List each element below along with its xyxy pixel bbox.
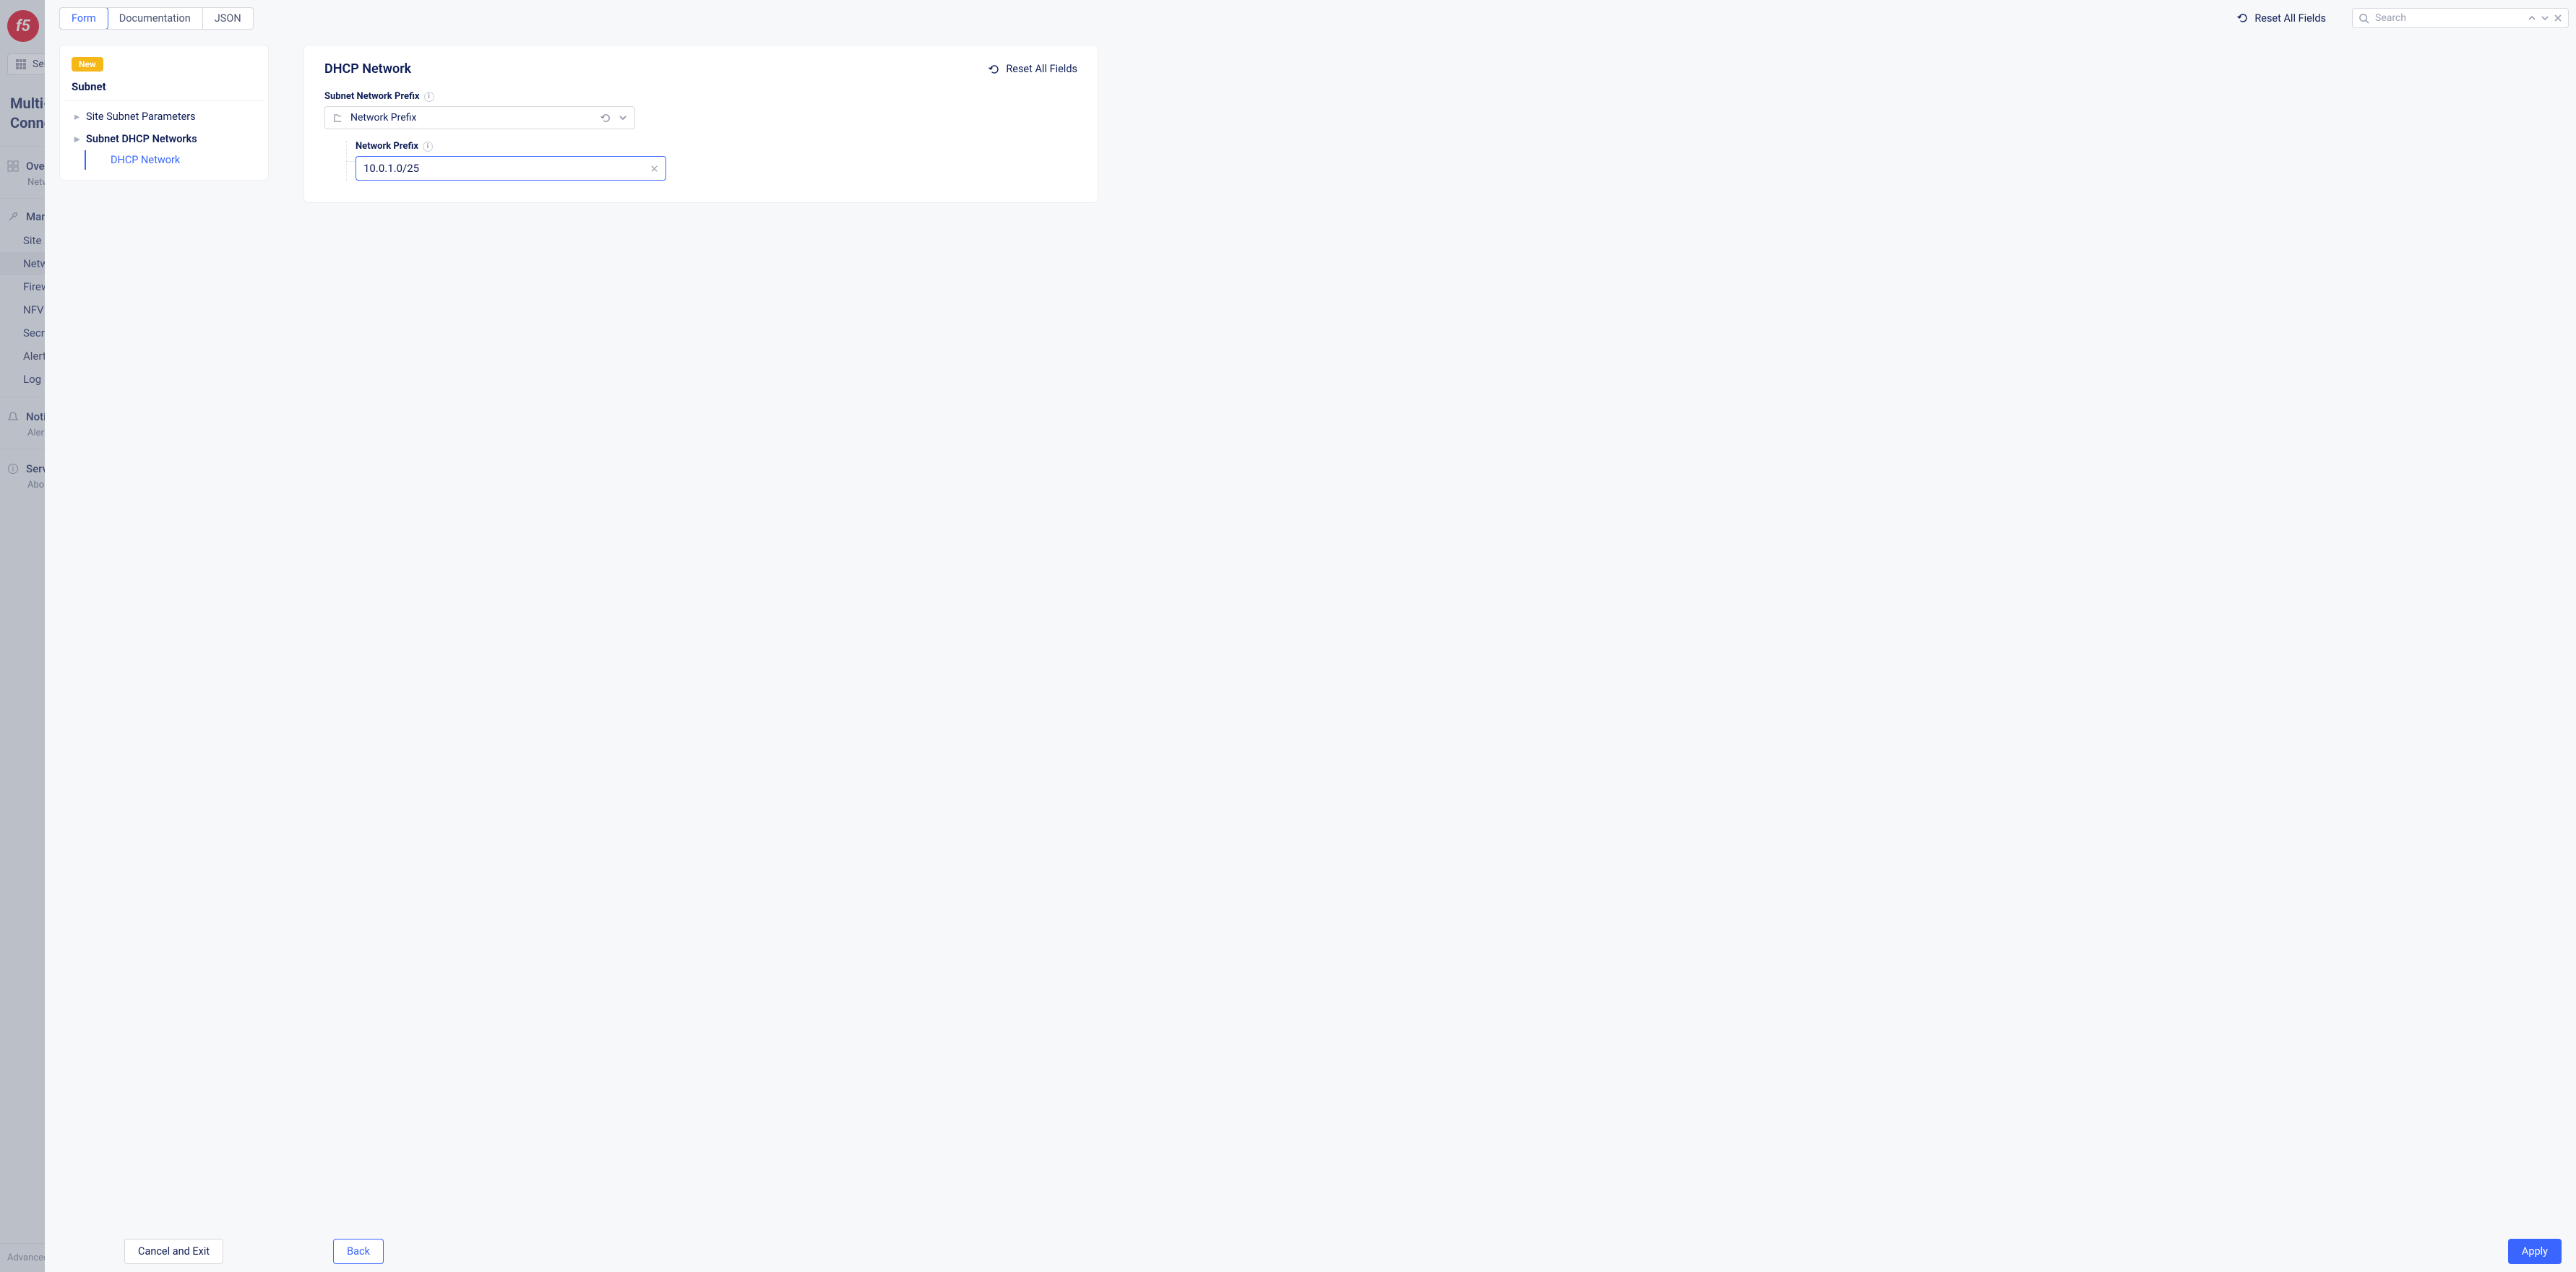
new-badge: New bbox=[72, 57, 103, 72]
reset-all-card[interactable]: Reset All Fields bbox=[988, 63, 1077, 75]
nav-item-dhcp-networks[interactable]: ▸ Subnet DHCP Networks bbox=[64, 128, 264, 150]
subnet-prefix-selector[interactable]: Network Prefix bbox=[324, 106, 635, 129]
nav-item-dhcp-network[interactable]: DHCP Network bbox=[85, 150, 264, 170]
search-box[interactable] bbox=[2352, 8, 2569, 28]
nav-tree: ▸ Site Subnet Parameters ▸ Subnet DHCP N… bbox=[64, 101, 264, 170]
nav-heading: Subnet bbox=[64, 77, 264, 101]
chevron-up-icon[interactable] bbox=[2528, 14, 2536, 22]
network-prefix-input[interactable] bbox=[363, 162, 643, 175]
nav-item-label: Subnet DHCP Networks bbox=[86, 133, 197, 145]
form-content-card: DHCP Network Reset All Fields Subnet Net… bbox=[303, 45, 1098, 203]
nested-field-group: Network Prefix i bbox=[346, 141, 1077, 181]
reset-all-card-label: Reset All Fields bbox=[1006, 63, 1077, 75]
modal-panel: Form Documentation JSON Reset All Fields… bbox=[45, 0, 2576, 1272]
modal-topbar: Form Documentation JSON Reset All Fields bbox=[45, 0, 2576, 32]
chevron-down-icon[interactable] bbox=[2541, 14, 2549, 22]
view-tabs: Form Documentation JSON bbox=[59, 7, 254, 30]
form-nav-card: New Subnet ▸ Site Subnet Parameters ▸ Su… bbox=[59, 45, 269, 181]
nav-item-site-subnet[interactable]: ▸ Site Subnet Parameters bbox=[64, 105, 264, 128]
clear-input-icon[interactable] bbox=[650, 165, 658, 173]
network-prefix-label: Network Prefix i bbox=[356, 141, 1077, 152]
undo-icon[interactable] bbox=[600, 113, 611, 124]
network-prefix-input-wrap bbox=[356, 156, 666, 181]
caret-icon: ▸ bbox=[74, 133, 80, 145]
reset-all-label: Reset All Fields bbox=[2254, 12, 2326, 25]
search-input[interactable] bbox=[2375, 12, 2522, 24]
apply-button[interactable]: Apply bbox=[2508, 1239, 2562, 1264]
card-header: DHCP Network Reset All Fields bbox=[324, 61, 1077, 77]
tab-form[interactable]: Form bbox=[59, 7, 108, 30]
chevron-down-icon[interactable] bbox=[619, 113, 627, 122]
card-title: DHCP Network bbox=[324, 61, 411, 77]
search-icon bbox=[2359, 13, 2369, 24]
close-icon[interactable] bbox=[2554, 14, 2562, 22]
label-text: Subnet Network Prefix bbox=[324, 91, 420, 102]
undo-icon bbox=[2237, 12, 2249, 24]
undo-icon bbox=[988, 64, 1000, 75]
tab-documentation[interactable]: Documentation bbox=[108, 8, 203, 29]
caret-icon: ▸ bbox=[74, 111, 80, 123]
modal-footer: Cancel and Exit Back Apply bbox=[45, 1230, 2576, 1272]
tab-json[interactable]: JSON bbox=[203, 8, 253, 29]
reset-all-top[interactable]: Reset All Fields bbox=[2231, 9, 2332, 27]
nav-item-label: Site Subnet Parameters bbox=[86, 111, 196, 123]
label-text: Network Prefix bbox=[356, 141, 418, 152]
branch-icon bbox=[332, 113, 343, 124]
back-button[interactable]: Back bbox=[333, 1239, 384, 1264]
cancel-button[interactable]: Cancel and Exit bbox=[124, 1239, 223, 1264]
info-icon[interactable]: i bbox=[423, 142, 433, 152]
selector-value: Network Prefix bbox=[350, 112, 416, 124]
info-icon[interactable]: i bbox=[424, 92, 434, 102]
subnet-prefix-label: Subnet Network Prefix i bbox=[324, 91, 1077, 102]
modal-body: New Subnet ▸ Site Subnet Parameters ▸ Su… bbox=[45, 32, 2576, 1230]
